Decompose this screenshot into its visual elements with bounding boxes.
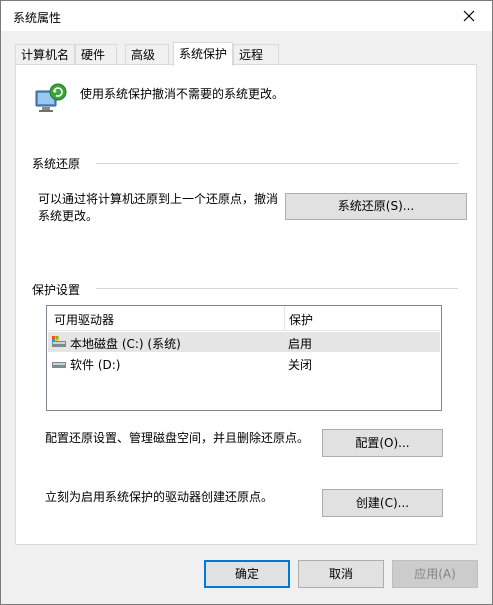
system-restore-description-line2: 系统更改。	[38, 209, 99, 223]
system-restore-description-line1: 可以通过将计算机还原到上一个还原点，撤消	[38, 192, 279, 206]
protection-settings-group-label: 保护设置	[32, 281, 87, 298]
cancel-button[interactable]: 取消	[298, 560, 384, 588]
tab-hardware[interactable]: 硬件	[75, 44, 117, 65]
apply-button[interactable]: 应用(A)	[392, 560, 478, 588]
protection-settings-divider	[96, 288, 458, 289]
create-button[interactable]: 创建(C)...	[322, 489, 443, 517]
tab-panel: 使用系统保护撤消不需要的系统更改。 系统还原 可以通过将计算机还原到上一个还原点…	[15, 64, 477, 545]
column-available-drives[interactable]: 可用驱动器	[54, 311, 114, 328]
system-properties-dialog: 系统属性 计算机名 硬件 高级 系统保护 远程 使用系统保护撤消不需要的系统更改…	[0, 0, 493, 605]
configure-button[interactable]: 配置(O)...	[322, 429, 443, 457]
column-separator[interactable]	[284, 306, 285, 330]
drive-row-d[interactable]: 软件 (D:) 关闭	[48, 353, 440, 373]
window-title: 系统属性	[13, 11, 62, 25]
system-restore-divider	[96, 163, 458, 164]
drive-row-c[interactable]: 本地磁盘 (C:) (系统) 启用	[48, 332, 440, 352]
tab-advanced[interactable]: 高级	[125, 44, 169, 65]
drive-protection-status: 关闭	[288, 358, 313, 372]
create-description: 立刻为启用系统保护的驱动器创建还原点。	[45, 490, 274, 504]
system-restore-group-label: 系统还原	[32, 155, 87, 172]
system-drive-icon	[52, 336, 66, 347]
drive-icon	[52, 362, 66, 368]
column-protection[interactable]: 保护	[289, 311, 313, 328]
tab-remote[interactable]: 远程	[233, 44, 279, 65]
close-icon	[463, 10, 475, 22]
tab-system-protection[interactable]: 系统保护	[173, 42, 233, 66]
tab-computer-name[interactable]: 计算机名	[15, 44, 75, 65]
ok-button[interactable]: 确定	[204, 560, 290, 588]
system-restore-button[interactable]: 系统还原(S)...	[285, 193, 467, 220]
drive-name: 本地磁盘 (C:) (系统)	[70, 337, 181, 351]
drive-name: 软件 (D:)	[70, 358, 121, 372]
system-protection-icon	[35, 83, 67, 112]
drive-protection-status: 启用	[288, 337, 313, 351]
drives-list-header: 可用驱动器 保护	[47, 306, 441, 331]
title-bar: 系统属性	[1, 1, 492, 31]
configure-description: 配置还原设置、管理磁盘空间，并且删除还原点。	[45, 431, 310, 445]
header-description: 使用系统保护撤消不需要的系统更改。	[80, 87, 285, 101]
close-button[interactable]	[446, 1, 492, 31]
drives-list[interactable]: 可用驱动器 保护 本地磁盘 (C:) (系统) 启用 软件 (D:) 关闭	[46, 305, 442, 411]
